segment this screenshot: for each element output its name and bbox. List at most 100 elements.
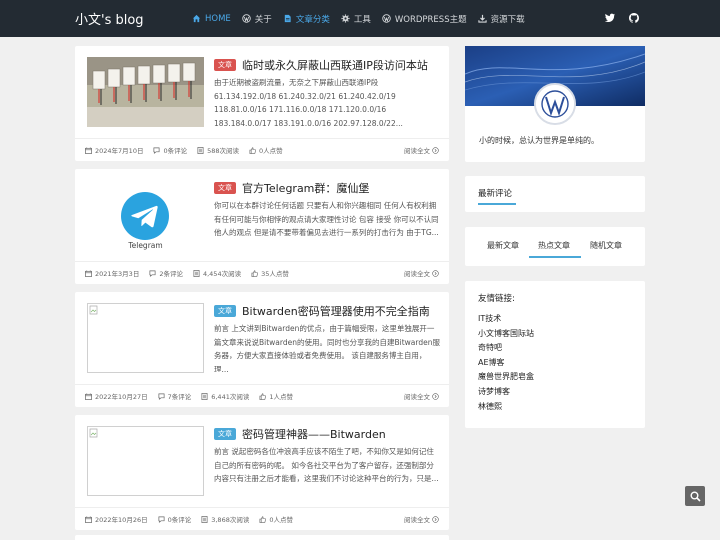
widget-title: 最新评论 — [478, 189, 513, 199]
chevron-circle-icon — [432, 269, 439, 277]
read-more-link[interactable]: 阅读全文 — [404, 268, 439, 278]
nav-item-home[interactable]: HOME — [192, 14, 231, 24]
friend-link[interactable]: 诗梦博客 — [478, 385, 534, 400]
post-card — [75, 535, 449, 540]
read-more-label: 阅读全文 — [404, 516, 430, 524]
post-likes[interactable]: 1人点赞 — [259, 391, 293, 401]
category-badge[interactable]: 文章 — [214, 182, 236, 194]
friend-link[interactable]: AE博客 — [478, 356, 534, 371]
thumbs-up-icon — [249, 146, 256, 154]
friend-link[interactable]: 魔兽世界肥皂盒 — [478, 370, 534, 385]
friend-link[interactable]: 林德熙 — [478, 400, 534, 415]
post-views-text: 6,441次阅读 — [211, 393, 250, 401]
nav-item-downloads[interactable]: 资源下载 — [477, 13, 525, 25]
category-badge[interactable]: 文章 — [214, 59, 236, 71]
post-likes[interactable]: 35人点赞 — [251, 268, 289, 278]
category-badge[interactable]: 文章 — [214, 305, 236, 317]
twitter-icon[interactable] — [604, 12, 616, 24]
views-icon — [193, 269, 200, 277]
nav-item-wordpress-themes[interactable]: WORDPRESS主题 — [382, 13, 467, 25]
post-comments[interactable]: 2条评论 — [149, 268, 183, 278]
calendar-icon — [85, 515, 92, 523]
posts-tabs-widget: 最新文章 热点文章 随机文章 — [465, 227, 645, 266]
site-brand[interactable]: 小文's blog — [75, 9, 144, 28]
read-more-link[interactable]: 阅读全文 — [404, 145, 439, 155]
social-links — [592, 12, 640, 24]
views-icon — [197, 146, 204, 154]
friend-link[interactable]: IT技术 — [478, 312, 534, 327]
read-more-label: 阅读全文 — [404, 393, 430, 401]
post-excerpt: 前言 上文讲到Bitwarden的优点，由于篇幅受限，这里单独展开一篇文章来说说… — [214, 324, 440, 372]
post-comments-text: 0条评论 — [163, 147, 188, 155]
read-more-link[interactable]: 阅读全文 — [404, 391, 439, 401]
post-views: 588次阅读 — [197, 145, 239, 155]
post-views-text: 3,868次阅读 — [211, 516, 250, 524]
post-title[interactable]: Bitwarden密码管理器使用不完全指南 — [242, 303, 430, 319]
telegram-caption: Telegram — [87, 241, 204, 250]
read-more-link[interactable]: 阅读全文 — [404, 514, 439, 524]
post-comments[interactable]: 0条评论 — [153, 145, 187, 155]
post-title-row: 文章 临时或永久屏蔽山西联通IP段访问本站 — [214, 57, 439, 73]
wordpress-icon — [242, 14, 251, 23]
post-excerpt: 你可以在本群讨论任何话题 只要有人和你兴趣相同 任何人有权利拥有任何可能与你相悖… — [214, 201, 439, 237]
post-comments[interactable]: 0条评论 — [158, 514, 192, 524]
friend-link[interactable]: 奇特吧 — [478, 341, 534, 356]
post-card: 文章 临时或永久屏蔽山西联通IP段访问本站 由于近期被盗刷流量，无奈之下屏蔽山西… — [75, 46, 449, 161]
nav-item-tools[interactable]: 工具 — [341, 13, 371, 25]
github-icon[interactable] — [628, 12, 640, 24]
avatar[interactable] — [534, 83, 576, 125]
post-title[interactable]: 密码管理神器——Bitwarden — [242, 426, 386, 442]
home-icon — [192, 14, 201, 23]
calendar-icon — [85, 269, 92, 277]
search-icon — [690, 491, 701, 502]
post-likes-text: 35人点赞 — [261, 270, 289, 278]
nav-item-about[interactable]: 关于 — [242, 13, 272, 25]
file-icon — [284, 14, 291, 23]
tab-random-posts[interactable]: 随机文章 — [590, 240, 622, 251]
post-likes[interactable]: 0人点赞 — [259, 514, 293, 524]
active-tab-underline — [529, 256, 581, 258]
post-thumbnail-wires[interactable] — [87, 57, 204, 127]
post-views-text: 4,454次阅读 — [202, 270, 242, 278]
post-meta: 2024年7月10日 0条评论 588次阅读 0人点赞 阅读全文 — [75, 138, 449, 161]
friend-links-widget: 友情链接: IT技术 小文博客国际站 奇特吧 AE博客 魔兽世界肥皂盒 诗梦博客… — [465, 281, 645, 428]
friend-link[interactable]: 小文博客国际站 — [478, 327, 534, 342]
post-thumbnail-broken-image[interactable] — [87, 426, 204, 496]
chevron-circle-icon — [432, 392, 439, 400]
views-icon — [201, 515, 208, 523]
top-navbar: 小文's blog HOME 关于 文章分类 工具 WORDPRESS主题 资源… — [0, 0, 720, 37]
thumbs-up-icon — [251, 269, 258, 277]
profile-widget: 小的时候，总认为世界是单纯的。 — [465, 46, 645, 162]
chevron-circle-icon — [432, 146, 439, 154]
nav-item-label: 工具 — [353, 14, 371, 25]
post-date-text: 2024年7月10日 — [95, 147, 144, 155]
post-likes[interactable]: 0人点赞 — [249, 145, 283, 155]
post-card: 文章 Bitwarden密码管理器使用不完全指南 前言 上文讲到Bitwarde… — [75, 292, 449, 407]
post-title[interactable]: 临时或永久屏蔽山西联通IP段访问本站 — [242, 57, 428, 73]
views-icon — [201, 392, 208, 400]
read-more-label: 阅读全文 — [404, 147, 430, 155]
post-title[interactable]: 官方Telegram群：魔仙堡 — [242, 180, 369, 196]
nav-item-categories[interactable]: 文章分类 — [283, 13, 330, 25]
post-comments[interactable]: 7条评论 — [158, 391, 191, 401]
category-badge[interactable]: 文章 — [214, 428, 236, 440]
thumbs-up-icon — [259, 392, 267, 400]
post-thumbnail-telegram[interactable]: Telegram — [87, 180, 204, 250]
post-comments-text: 0条评论 — [167, 516, 192, 524]
post-likes-text: 0人点赞 — [259, 147, 283, 155]
nav-item-label: 资源下载 — [490, 14, 525, 25]
floating-search-button[interactable] — [685, 486, 705, 506]
nav-item-label: HOME — [205, 13, 231, 24]
tab-hot-posts[interactable]: 热点文章 — [538, 240, 570, 251]
comment-icon — [153, 147, 160, 154]
wordpress-icon — [382, 14, 391, 23]
post-excerpt: 由于近期被盗刷流量，无奈之下屏蔽山西联通IP段 61.134.192.0/18 … — [214, 78, 403, 126]
post-thumbnail-broken-image[interactable] — [87, 303, 204, 373]
post-views-text: 588次阅读 — [207, 147, 240, 155]
tab-latest-posts[interactable]: 最新文章 — [487, 240, 519, 251]
post-title-row: 文章 官方Telegram群：魔仙堡 — [214, 180, 439, 196]
post-meta: 2021年3月3日 2条评论 4,454次阅读 35人点赞 阅读全文 — [75, 261, 449, 284]
post-card: 文章 密码管理神器——Bitwarden 前言 说起密码各位冲浪高手应该不陌生了… — [75, 415, 449, 530]
post-date-text: 2022年10月27日 — [95, 393, 148, 401]
read-more-label: 阅读全文 — [404, 270, 430, 278]
